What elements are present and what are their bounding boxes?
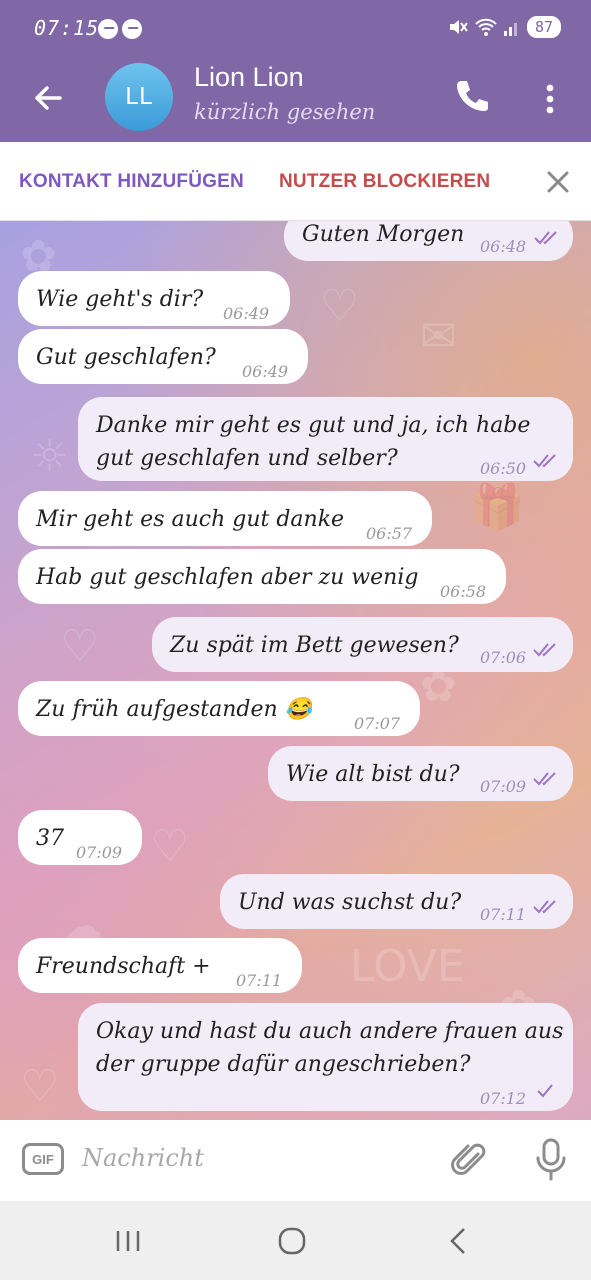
background-doodle: 🎁 <box>470 482 525 533</box>
recent-apps-icon[interactable] <box>108 1223 148 1259</box>
attach-icon[interactable] <box>450 1140 490 1180</box>
messenger-icon <box>98 19 118 39</box>
message-text: Wie alt bist du? <box>286 762 460 787</box>
message-text: Zu spät im Bett gewesen? <box>170 633 459 658</box>
message-time: 07:09 <box>480 777 527 796</box>
mute-icon <box>449 20 468 34</box>
outgoing-message[interactable]: Okay und hast du auch andere frauen aus … <box>78 1003 573 1111</box>
background-doodle: LOVE <box>350 941 465 992</box>
contact-name[interactable]: Lion Lion <box>194 62 304 93</box>
signal-icon <box>503 23 517 36</box>
outgoing-message[interactable]: Guten Morgen 06:48 <box>284 221 573 261</box>
message-text: Und was suchst du? <box>238 890 462 915</box>
double-check-icon <box>533 772 556 786</box>
message-text: Mir geht es auch gut danke <box>36 507 345 532</box>
double-check-icon <box>533 900 556 914</box>
home-icon[interactable] <box>272 1223 312 1259</box>
outgoing-message[interactable]: Wie alt bist du? 07:09 <box>268 746 573 801</box>
outgoing-message[interactable]: Zu spät im Bett gewesen? 07:06 <box>152 617 573 672</box>
message-text: Okay und hast du auch andere frauen aus … <box>96 1019 564 1077</box>
message-time: 07:06 <box>480 648 527 667</box>
chat-area[interactable]: ✿ ♡ ✉ 🎁 ☼ ♡ ✿ ☆ ♡ LOVE ☁ ✿ ♡ Guten Morge… <box>0 221 591 1120</box>
message-text: Wie geht's dir? <box>36 287 204 312</box>
message-time: 06:57 <box>366 524 413 543</box>
more-menu-icon[interactable] <box>538 80 562 120</box>
incoming-message[interactable]: Zu früh aufgestanden 😂 07:07 <box>18 681 420 736</box>
outgoing-message[interactable]: Danke mir geht es gut und ja, ich habe g… <box>78 397 573 481</box>
gif-button[interactable]: GIF <box>22 1143 64 1175</box>
message-time: 07:09 <box>76 843 123 862</box>
message-time: 06:49 <box>242 362 289 381</box>
back-arrow-icon[interactable] <box>30 80 66 116</box>
battery-indicator: 87 <box>526 16 561 38</box>
incoming-message[interactable]: Hab gut geschlafen aber zu wenig 06:58 <box>18 549 506 604</box>
message-time: 07:11 <box>480 905 527 924</box>
message-input[interactable]: Nachricht <box>82 1144 204 1172</box>
message-time: 07:12 <box>480 1089 527 1108</box>
background-doodle: ♡ <box>150 821 190 872</box>
chat-header: LL Lion Lion kürzlich gesehen <box>0 58 591 142</box>
message-time: 07:11 <box>236 971 283 990</box>
contact-action-bar: KONTAKT HINZUFÜGEN NUTZER BLOCKIEREN <box>0 142 591 221</box>
contact-status: kürzlich gesehen <box>194 100 376 124</box>
incoming-message[interactable]: 37 07:09 <box>18 810 142 865</box>
background-doodle: ♡ <box>320 281 360 332</box>
double-check-icon <box>533 643 556 657</box>
status-bar: 07:15 87 <box>0 0 591 58</box>
block-user-button[interactable]: NUTZER BLOCKIEREN <box>279 171 490 193</box>
message-text: Zu früh aufgestanden 😂 <box>36 697 313 722</box>
message-text: Hab gut geschlafen aber zu wenig <box>36 565 419 590</box>
incoming-message[interactable]: Mir geht es auch gut danke 06:57 <box>18 491 432 546</box>
message-text: 37 <box>36 826 64 851</box>
microphone-icon[interactable] <box>534 1138 568 1182</box>
incoming-message[interactable]: Gut geschlafen? 06:49 <box>18 329 308 384</box>
system-nav-bar <box>0 1201 591 1280</box>
background-doodle: ✉ <box>420 311 457 362</box>
message-time: 06:58 <box>440 582 487 601</box>
message-text: Gut geschlafen? <box>36 345 216 370</box>
message-input-bar: GIF Nachricht <box>0 1120 591 1201</box>
message-time: 06:50 <box>480 459 527 478</box>
avatar[interactable]: LL <box>105 63 173 131</box>
system-icons: 87 <box>447 16 561 38</box>
message-text: Guten Morgen <box>302 222 465 247</box>
close-icon[interactable] <box>545 169 571 195</box>
messenger-icon <box>122 19 142 39</box>
background-doodle: ☼ <box>30 431 70 482</box>
message-time: 07:07 <box>354 714 401 733</box>
wifi-icon <box>475 18 497 36</box>
background-doodle: ♡ <box>20 1061 60 1112</box>
incoming-message[interactable]: Wie geht's dir? 06:49 <box>18 271 290 326</box>
message-text: Freundschaft + <box>36 954 211 979</box>
message-time: 06:49 <box>223 304 270 323</box>
add-contact-button[interactable]: KONTAKT HINZUFÜGEN <box>19 171 244 193</box>
double-check-icon <box>534 231 557 245</box>
incoming-message[interactable]: Freundschaft + 07:11 <box>18 938 302 993</box>
message-time: 06:48 <box>480 237 527 256</box>
status-time: 07:15 <box>34 16 100 40</box>
phone-call-icon[interactable] <box>452 76 492 116</box>
outgoing-message[interactable]: Und was suchst du? 07:11 <box>220 874 573 929</box>
background-doodle: ♡ <box>60 621 100 672</box>
single-check-icon <box>537 1084 553 1098</box>
double-check-icon <box>533 454 556 468</box>
back-nav-icon[interactable] <box>438 1223 478 1259</box>
